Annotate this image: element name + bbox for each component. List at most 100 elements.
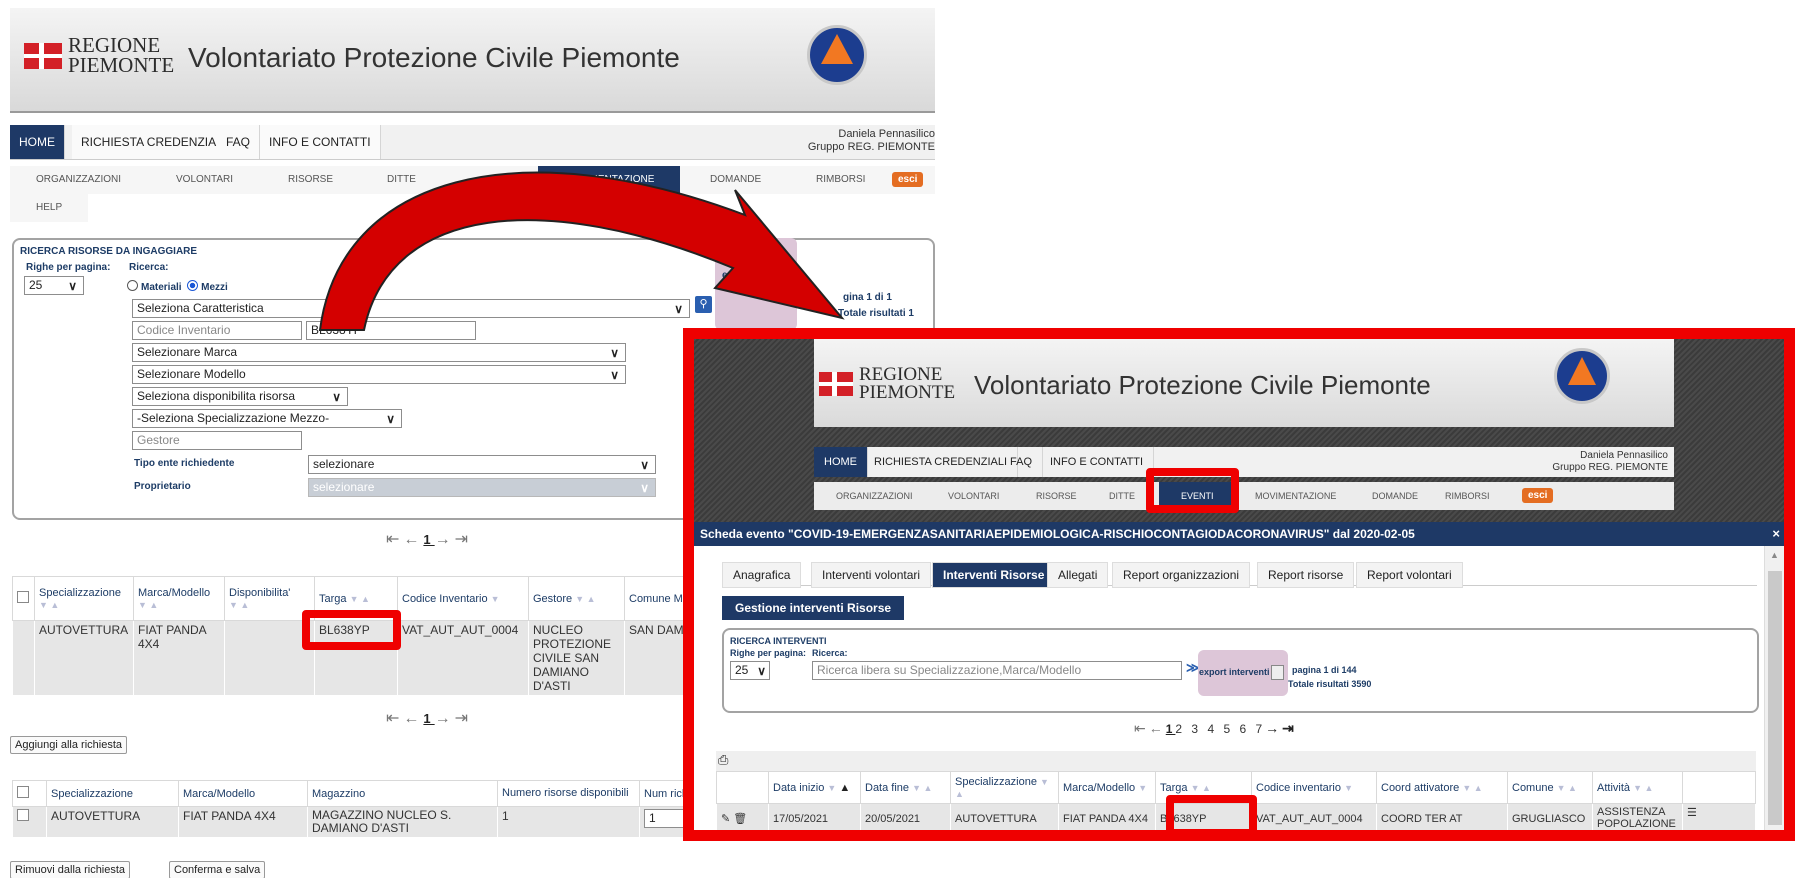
menu-volontari[interactable]: VOLONTARI — [176, 166, 233, 194]
col-data-fine[interactable]: Data fine ▼ ▲ — [860, 771, 951, 804]
tab-report-organizzazioni[interactable]: Report organizzazioni — [1112, 562, 1251, 588]
tab-home[interactable]: HOME — [814, 447, 868, 477]
page-link[interactable]: 1 — [1166, 722, 1176, 736]
add-to-request-button[interactable]: Aggiungi alla richiesta — [10, 736, 128, 754]
tab-anagrafica[interactable]: Anagrafica — [722, 562, 802, 588]
caratteristica-select[interactable]: Seleziona Caratteristica ∨ — [132, 299, 690, 318]
radio-group: Materiali Mezzi — [127, 280, 228, 293]
export-risorse-link[interactable]: export risor — [722, 270, 778, 281]
codice-inventario-input[interactable]: Codice Inventario — [132, 321, 302, 340]
menu-rimborsi[interactable]: RIMBORSI — [1445, 482, 1490, 510]
free-search-input[interactable]: Ricerca libera su Specializzazione,Marca… — [812, 661, 1182, 680]
row-checkbox[interactable] — [12, 620, 35, 696]
scrollbar[interactable]: ▲ — [1764, 546, 1784, 830]
scrollbar-thumb[interactable] — [1768, 571, 1782, 825]
marca-select[interactable]: Selezionare Marca ∨ — [132, 343, 626, 362]
last-page-icon[interactable]: ⇥ — [1282, 720, 1297, 736]
menu-domande[interactable]: DOMANDE — [710, 166, 761, 194]
export-interventi-link[interactable]: export interventi — [1199, 667, 1270, 677]
col-disponibilita[interactable]: Disponibilita' ▼ ▲ — [224, 576, 315, 621]
gestore-input[interactable]: Gestore — [132, 431, 302, 450]
col-data-inizio[interactable]: Data inizio ▼ ▲ — [768, 771, 861, 804]
tab-report-risorse[interactable]: Report risorse — [1257, 562, 1355, 588]
first-page-icon[interactable]: ⇤ — [386, 710, 403, 727]
next-page-icon[interactable]: → — [435, 710, 455, 727]
col-marca-modello[interactable]: Marca/Modello ▼ ▲ — [133, 576, 225, 621]
remove-from-request-button[interactable]: Rimuovi dalla richiesta — [10, 861, 131, 878]
excel-icon[interactable] — [1271, 665, 1284, 680]
rows-per-page-select[interactable]: 25 ∨ — [24, 276, 84, 295]
menu-movimentazione[interactable]: MOVIMENTAZIONE — [538, 166, 681, 194]
page-link[interactable]: 1 — [423, 711, 434, 726]
page-links[interactable]: 2 3 4 5 6 7 — [1175, 722, 1265, 736]
col-specializzazione[interactable]: Specializzazione ▼ ▲ — [34, 576, 134, 621]
rows-per-page-select[interactable]: 25 ∨ — [730, 661, 770, 680]
radio-mezzi[interactable] — [187, 280, 199, 291]
radio-materiali[interactable] — [127, 280, 138, 291]
row-detail-icon[interactable]: ☰ — [1682, 803, 1756, 830]
col-coord-attivatore[interactable]: Coord attivatore ▼ ▲ — [1376, 771, 1508, 804]
tab-report-volontari[interactable]: Report volontari — [1356, 562, 1463, 588]
specializzazione-select[interactable]: -Seleziona Specializzazione Mezzo- ∨ — [132, 409, 402, 428]
tab-home[interactable]: HOME — [10, 125, 65, 159]
col-codice-inventario[interactable]: Codice inventario ▼ — [1251, 771, 1377, 804]
menu-rimborsi[interactable]: RIMBORSI — [816, 166, 865, 194]
scroll-up-icon[interactable]: ▲ — [1770, 550, 1779, 560]
regione-logo[interactable]: REGIONE PIEMONTE — [819, 365, 955, 402]
tab-info-contatti[interactable]: INFO E CONTATTI — [260, 125, 381, 159]
tab-richiesta-credenziali[interactable]: RICHIESTA CREDENZIALI — [72, 125, 237, 159]
esci-button[interactable]: esci — [1522, 488, 1554, 503]
col-specializzazione[interactable]: Specializzazione ▼ ▲ — [950, 771, 1059, 804]
menu-ditte[interactable]: DITTE — [1109, 482, 1135, 510]
proprietario-select[interactable]: selezionare ∨ — [308, 478, 656, 497]
disponibilita-select[interactable]: Seleziona disponibilita risorsa ∨ — [132, 387, 348, 406]
menu-help[interactable]: HELP — [10, 194, 88, 222]
first-page-icon[interactable]: ⇤ — [1134, 720, 1149, 736]
tab-richiesta-credenziali[interactable]: RICHIESTA CREDENZIALI — [864, 447, 1019, 477]
last-page-icon[interactable]: ⇥ — [455, 710, 472, 727]
col-gestore[interactable]: Gestore ▼ ▲ — [528, 576, 625, 621]
col-codice-inventario[interactable]: Codice Inventario ▼ — [397, 576, 529, 621]
tab-interventi-volontari[interactable]: Interventi volontari — [811, 562, 932, 588]
last-page-icon[interactable]: ⇥ — [455, 531, 472, 548]
edit-icon[interactable]: ✎ — [721, 813, 730, 825]
menu-domande[interactable]: DOMANDE — [1372, 482, 1418, 510]
menu-risorse[interactable]: RISORSE — [1036, 482, 1077, 510]
tab-faq[interactable]: FAQ — [1000, 447, 1044, 477]
menu-ditte[interactable]: DITTE — [387, 166, 416, 194]
delete-icon[interactable]: 🗑 — [733, 813, 747, 825]
prev-page-icon[interactable]: ← — [403, 710, 423, 727]
print-icon[interactable]: ⎙ — [718, 752, 728, 768]
radio-mezzi-label: Mezzi — [201, 282, 228, 293]
col-comune[interactable]: Comune ▼ ▲ — [1507, 771, 1593, 804]
col-attivita[interactable]: Attività ▼ ▲ — [1592, 771, 1683, 804]
prev-page-icon[interactable]: ← — [1149, 720, 1166, 736]
next-page-icon[interactable]: → — [435, 531, 455, 548]
modello-select[interactable]: Selezionare Modello ∨ — [132, 365, 626, 384]
menu-volontari[interactable]: VOLONTARI — [948, 482, 999, 510]
regione-logo[interactable]: REGIONE PIEMONTE — [24, 35, 174, 76]
tab-allegati[interactable]: Allegati — [1047, 562, 1109, 588]
select-all-checkbox[interactable] — [12, 780, 47, 807]
search-icon[interactable]: ⚲ — [695, 296, 712, 313]
confirm-save-button[interactable]: Conferma e salva — [169, 861, 266, 878]
menu-movimentazione[interactable]: MOVIMENTAZIONE — [1255, 482, 1336, 510]
tab-info-contatti[interactable]: INFO E CONTATTI — [1040, 447, 1155, 477]
menu-risorse[interactable]: RISORSE — [288, 166, 333, 194]
select-all-checkbox[interactable] — [12, 576, 35, 621]
tab-interventi-risorse[interactable]: Interventi Risorse — [932, 562, 1056, 588]
prev-page-icon[interactable]: ← — [403, 531, 423, 548]
page-link[interactable]: 1 — [423, 532, 434, 547]
tipo-ente-select[interactable]: selezionare ∨ — [308, 455, 656, 474]
esci-button[interactable]: esci — [892, 172, 924, 187]
menu-organizzazioni[interactable]: ORGANIZZAZIONI — [36, 166, 121, 194]
col-marca-modello[interactable]: Marca/Modello ▼ — [1058, 771, 1156, 804]
next-page-icon[interactable]: → — [1265, 720, 1282, 736]
menu-organizzazioni[interactable]: ORGANIZZAZIONI — [836, 482, 913, 510]
tab-faq[interactable]: FAQ — [217, 125, 261, 159]
row-checkbox[interactable] — [12, 806, 47, 838]
targa-input[interactable]: BL638YP — [306, 321, 476, 340]
close-icon[interactable]: × — [1772, 522, 1780, 546]
first-page-icon[interactable]: ⇤ — [386, 531, 403, 548]
tipo-ente-label: Tipo ente richiedente — [134, 458, 235, 469]
